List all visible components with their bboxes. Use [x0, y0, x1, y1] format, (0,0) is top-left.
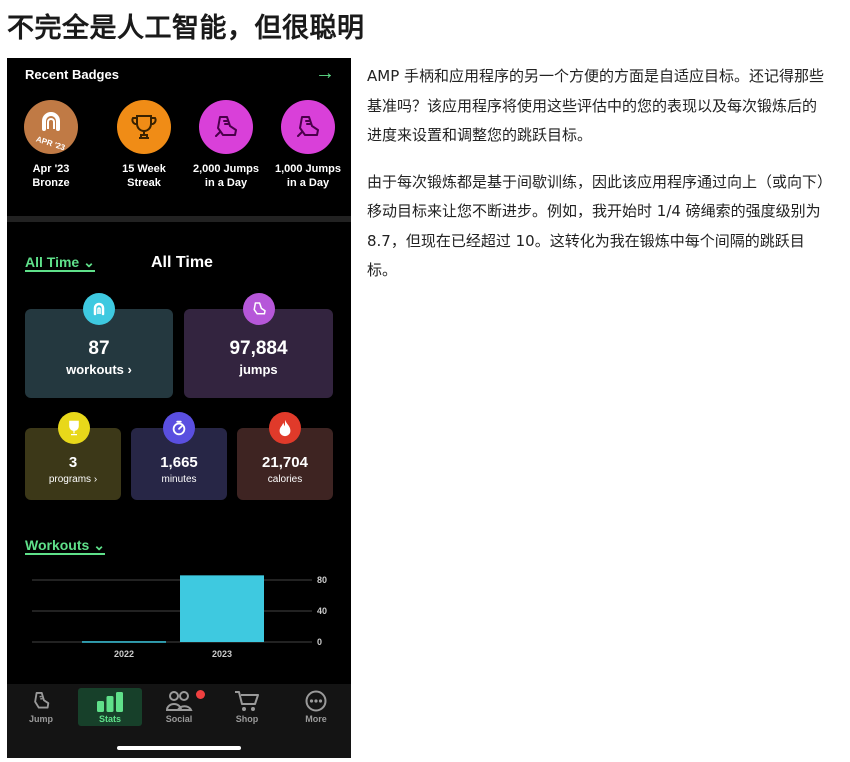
chart-bar-2023	[180, 575, 264, 642]
badge-15-week-streak[interactable]: 15 Week Streak	[103, 100, 185, 190]
tab-more[interactable]: More	[284, 688, 348, 726]
tab-label: Jump	[28, 714, 53, 724]
badge-2000-jumps[interactable]: 2,000 Jumps in a Day	[185, 100, 267, 190]
stopwatch-icon	[163, 412, 195, 444]
tab-jump[interactable]: Jump	[9, 688, 73, 726]
badge-1000-jumps[interactable]: 1,000 Jumps in a Day	[267, 100, 349, 190]
badge-line2: Streak	[127, 177, 161, 189]
badge-line2: in a Day	[204, 177, 248, 189]
article-paragraph: 由于每次锻炼都是基于间歇训练，因此该应用程序通过向上（或向下）移动目标来让您不断…	[367, 172, 825, 280]
jumps-count: 97,884	[229, 338, 288, 359]
cart-icon	[235, 691, 259, 711]
badges-arrow-icon[interactable]: →	[315, 62, 335, 85]
tab-label: Stats	[98, 714, 121, 724]
badge-line1: 2,000 Jumps	[192, 163, 260, 175]
workouts-chart-dropdown[interactable]: Workouts ⌄	[25, 537, 105, 555]
jump-shoe-icon	[297, 116, 319, 137]
recent-badges-title: Recent Badges	[25, 67, 119, 82]
jump-shoe-icon	[215, 116, 237, 137]
app-screenshot: Recent Badges → APR '23 Apr '23 Bronze 15…	[7, 58, 351, 758]
workouts-count: 87	[88, 338, 110, 359]
minutes-count: 1,665	[160, 454, 198, 471]
badge-medal-text: APR '23	[35, 135, 67, 153]
chart-y-tick-label: 40	[317, 606, 327, 616]
section-divider	[7, 216, 351, 222]
chart-x-tick-label: 2023	[212, 649, 232, 659]
chart-y-tick-label: 80	[317, 575, 327, 585]
minutes-label: minutes	[161, 474, 197, 485]
article-paragraph: AMP 手柄和应用程序的另一个方便的方面是自适应目标。还记得那些基准吗？该应用程…	[367, 67, 825, 144]
workouts-bar-chart: 0 40 80 2022 2023	[32, 575, 327, 659]
jump-shoe-icon	[243, 293, 275, 325]
jump-shoe-icon	[34, 692, 50, 709]
tab-label: Social	[165, 714, 193, 724]
notification-dot	[196, 690, 205, 699]
trophy-icon	[58, 412, 90, 444]
jumps-label: jumps	[239, 362, 278, 377]
badge-line2: Bronze	[32, 177, 70, 189]
people-icon	[165, 691, 193, 711]
badge-line1: 15 Week	[122, 163, 166, 175]
more-icon	[305, 690, 327, 712]
badge-apr-bronze[interactable]: APR '23 Apr '23 Bronze	[10, 100, 92, 190]
trophy-icon	[131, 115, 157, 139]
article-heading: 不完全是人工智能，但很聪明	[7, 13, 365, 44]
rope-handle-icon: APR '23	[35, 112, 67, 153]
chart-y-tick-label: 0	[317, 637, 322, 647]
chart-bar-2022	[82, 641, 166, 643]
calories-count: 21,704	[262, 454, 308, 471]
tab-label: Shop	[235, 714, 259, 724]
programs-count: 3	[68, 454, 78, 471]
home-indicator	[117, 746, 241, 750]
tab-shop[interactable]: Shop	[215, 688, 279, 726]
badge-line2: in a Day	[286, 177, 330, 189]
programs-label: programs ›	[48, 474, 98, 485]
stats-period-title: All Time	[151, 254, 213, 271]
bar-chart-icon	[97, 692, 123, 712]
flame-icon	[269, 412, 301, 444]
tab-stats[interactable]: Stats	[78, 688, 142, 726]
rope-handle-icon	[83, 293, 115, 325]
workouts-label: workouts ›	[66, 362, 132, 377]
badge-line1: Apr '23	[32, 163, 70, 175]
article-body: AMP 手柄和应用程序的另一个方便的方面是自适应目标。还记得那些基准吗？该应用程…	[367, 62, 827, 303]
tab-label: More	[305, 714, 327, 724]
calories-label: calories	[267, 474, 303, 485]
badge-line1: 1,000 Jumps	[274, 163, 342, 175]
chart-x-tick-label: 2022	[114, 649, 134, 659]
tab-social[interactable]: Social	[147, 688, 211, 726]
all-time-filter-dropdown[interactable]: All Time ⌄	[25, 254, 95, 272]
